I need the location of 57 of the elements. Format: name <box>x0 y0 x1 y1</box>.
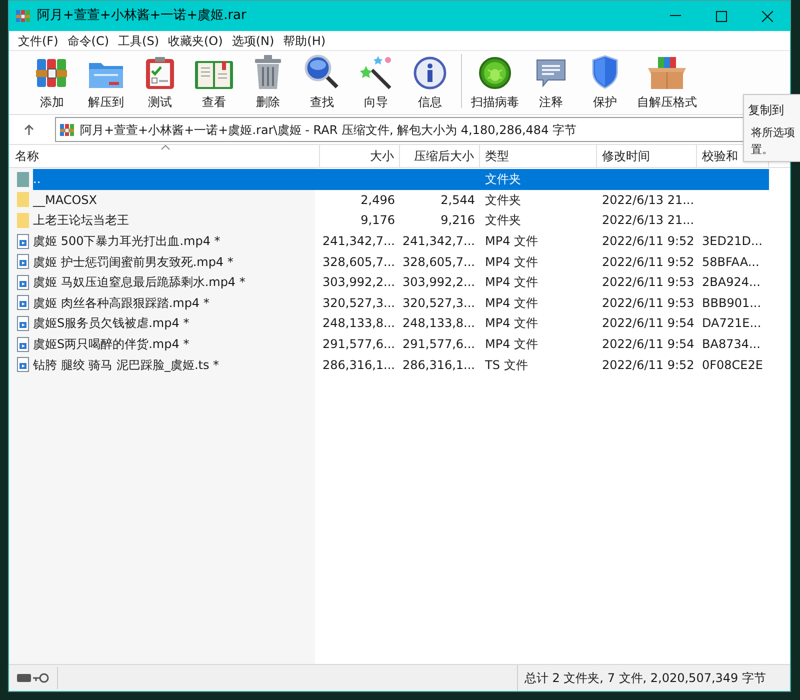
table-cell: MP4 文件 <box>485 234 538 248</box>
table-cell: 320,527,3... <box>322 296 395 310</box>
tooltip-title: 复制到 <box>748 102 785 119</box>
table-cell: MP4 文件 <box>485 316 538 330</box>
table-cell: 9,216 <box>440 213 475 228</box>
table-cell: 2022/6/11 9:54 <box>602 316 694 330</box>
table-cell: 文件夹 <box>485 172 521 186</box>
name-cell-text: 虞姬 护士惩罚闺蜜前男友致死.mp4 * <box>33 254 234 271</box>
table-cell: 2,496 <box>360 192 395 207</box>
table-cell: 248,133,8... <box>322 316 395 330</box>
name-cell-text: .. <box>33 171 42 188</box>
table-cell: MP4 文件 <box>485 275 538 290</box>
table-cell: 2022/6/11 9:53 <box>602 275 694 290</box>
name-cell-text: 钻胯 腿绞 骑马 泥巴踩脸_虞姬.ts * <box>33 356 220 374</box>
name-cell-text: 虞姬S两只喝醉的伴货.mp4 * <box>33 336 190 354</box>
table-cell: 303,992,2... <box>402 275 475 290</box>
table-cell: 328,605,7... <box>322 254 395 269</box>
table-cell: BA8734... <box>702 337 760 352</box>
table-cell: 303,992,2... <box>322 275 395 290</box>
table-cell: 2022/6/11 9:53 <box>602 296 694 310</box>
table-cell: 2022/6/13 21... <box>602 192 694 207</box>
name-cell-text: 上老王论坛当老王 <box>33 212 130 230</box>
table-cell: 286,316,1... <box>322 358 395 372</box>
table-cell: 248,133,8... <box>402 316 475 330</box>
name-cell-text: 虞姬 肉丝各种高跟狠踩踏.mp4 * <box>33 294 210 312</box>
table-cell: 文件夹 <box>485 213 521 228</box>
table-cell: 291,577,6... <box>322 337 395 352</box>
table-cell: MP4 文件 <box>485 254 538 269</box>
table-cell: 2022/6/11 9:54 <box>602 337 694 352</box>
table-cell: 0F08CE2E <box>702 358 763 372</box>
table-cell: 2,544 <box>440 192 475 207</box>
table-cell: MP4 文件 <box>485 296 538 310</box>
table-cell: 58BFAA... <box>702 254 760 269</box>
table-cell: 2022/6/11 9:52 <box>602 254 694 269</box>
table-cell: 2022/6/13 21... <box>602 213 694 228</box>
table-cell: 286,316,1... <box>402 358 475 372</box>
name-cell-text: __MACOSX <box>33 192 98 209</box>
table-cell: 2022/6/11 9:52 <box>602 234 694 248</box>
table-cell: 9,176 <box>360 213 395 228</box>
table-cell: 241,342,7... <box>402 234 475 248</box>
table-cell: 291,577,6... <box>402 337 475 352</box>
status-text: 总计 2 文件夹, 7 文件, 2,020,507,349 字节 <box>524 670 766 687</box>
table-cell: 320,527,3... <box>402 296 475 310</box>
name-cell-text: 虞姬S服务员欠钱被虐.mp4 * <box>33 315 190 332</box>
table-cell: 2BA924... <box>702 275 760 290</box>
name-cell-text: 虞姬 马奴压迫窒息最后跪舔剩水.mp4 * <box>33 274 246 292</box>
table-cell: BBB901... <box>702 296 762 310</box>
table-cell: TS 文件 <box>485 358 528 372</box>
window-title: 阿月+萱萱+小林酱+一诺+虞姬.rar <box>37 7 246 26</box>
name-cell-text: 虞姬 500下暴力耳光打出血.mp4 * <box>33 233 222 250</box>
table-cell: 328,605,7... <box>402 254 475 269</box>
table-cell: DA721E... <box>702 316 762 330</box>
table-cell: MP4 文件 <box>485 337 538 352</box>
table-cell: 2022/6/11 9:52 <box>602 358 694 372</box>
table-cell: 3ED21D... <box>702 234 762 248</box>
table-cell: 241,342,7... <box>322 234 395 248</box>
table-cell: 文件夹 <box>485 192 521 207</box>
